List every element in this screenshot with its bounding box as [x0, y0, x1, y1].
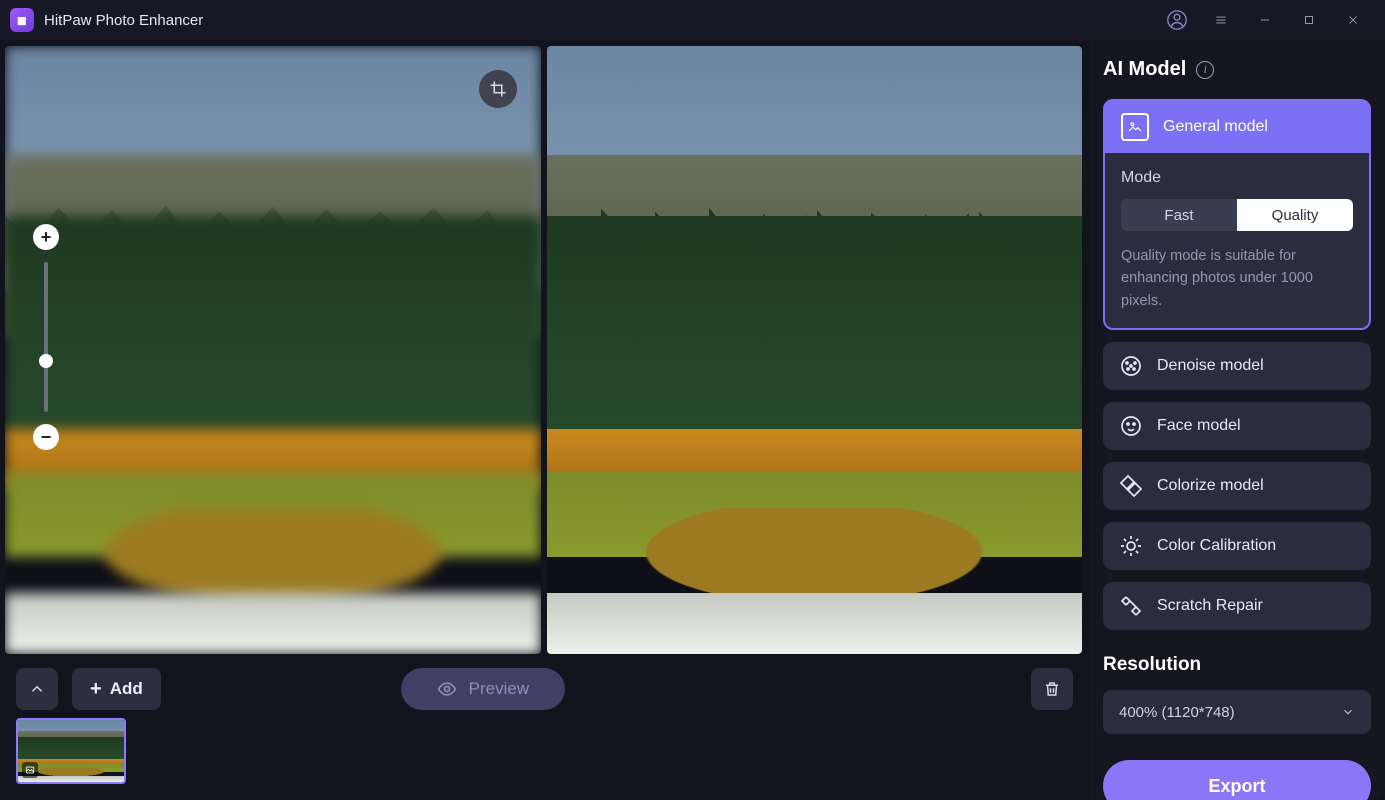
zoom-handle[interactable] — [39, 354, 53, 368]
preview-compare: + − — [5, 46, 1082, 654]
delete-button[interactable] — [1031, 668, 1073, 710]
preview-label: Preview — [469, 679, 529, 699]
mode-description: Quality mode is suitable for enhancing p… — [1121, 245, 1353, 312]
model-label: Colorize model — [1157, 477, 1264, 495]
export-label: Export — [1208, 776, 1265, 797]
zoom-in-button[interactable]: + — [33, 224, 59, 250]
model-color-calibration[interactable]: Color Calibration — [1103, 522, 1371, 570]
model-face[interactable]: Face model — [1103, 402, 1371, 450]
model-label: Denoise model — [1157, 357, 1264, 375]
thumbnail[interactable] — [16, 718, 126, 784]
before-pane[interactable]: + − — [5, 46, 541, 654]
maximize-button[interactable] — [1287, 0, 1331, 40]
close-button[interactable] — [1331, 0, 1375, 40]
app-title: HitPaw Photo Enhancer — [44, 12, 203, 29]
model-colorize[interactable]: Colorize model — [1103, 462, 1371, 510]
crop-button[interactable] — [479, 70, 517, 108]
colorize-icon — [1119, 474, 1143, 498]
image-icon — [1121, 113, 1149, 141]
model-scratch-repair[interactable]: Scratch Repair — [1103, 582, 1371, 630]
scratch-icon — [1119, 594, 1143, 618]
app-logo-icon: ◆ — [10, 8, 34, 32]
face-icon — [1119, 414, 1143, 438]
export-button[interactable]: Export — [1103, 760, 1371, 800]
eye-icon — [437, 679, 457, 699]
model-label: Scratch Repair — [1157, 597, 1263, 615]
model-general[interactable]: General model Mode Fast Quality Quality … — [1103, 99, 1371, 330]
info-icon[interactable]: i — [1196, 61, 1214, 79]
title-bar: ◆ HitPaw Photo Enhancer — [0, 0, 1385, 40]
minimize-button[interactable] — [1243, 0, 1287, 40]
resolution-dropdown[interactable]: 400% (1120*748) — [1103, 690, 1371, 734]
mode-label: Mode — [1121, 169, 1353, 187]
add-label: Add — [110, 679, 143, 699]
brightness-icon — [1119, 534, 1143, 558]
model-label: Face model — [1157, 417, 1241, 435]
mode-fast[interactable]: Fast — [1121, 199, 1237, 231]
model-label: Color Calibration — [1157, 537, 1276, 555]
denoise-icon — [1119, 354, 1143, 378]
account-icon[interactable] — [1155, 0, 1199, 40]
image-badge-icon — [22, 762, 38, 778]
mode-toggle: Fast Quality — [1121, 199, 1353, 231]
mode-quality[interactable]: Quality — [1237, 199, 1353, 231]
zoom-slider[interactable] — [44, 262, 48, 412]
plus-icon: + — [90, 678, 102, 701]
resolution-title: Resolution — [1103, 654, 1371, 676]
after-pane[interactable] — [547, 46, 1083, 654]
add-button[interactable]: + Add — [72, 668, 161, 710]
zoom-out-button[interactable]: − — [33, 424, 59, 450]
resolution-value: 400% (1120*748) — [1119, 704, 1235, 721]
preview-button[interactable]: Preview — [401, 668, 565, 710]
collapse-button[interactable] — [16, 668, 58, 710]
menu-icon[interactable] — [1199, 0, 1243, 40]
ai-model-title: AI Model — [1103, 58, 1186, 81]
model-label: General model — [1163, 118, 1268, 136]
model-denoise[interactable]: Denoise model — [1103, 342, 1371, 390]
chevron-down-icon — [1341, 705, 1355, 719]
settings-panel: AI Model i General model Mode Fast Quali… — [1089, 40, 1385, 800]
